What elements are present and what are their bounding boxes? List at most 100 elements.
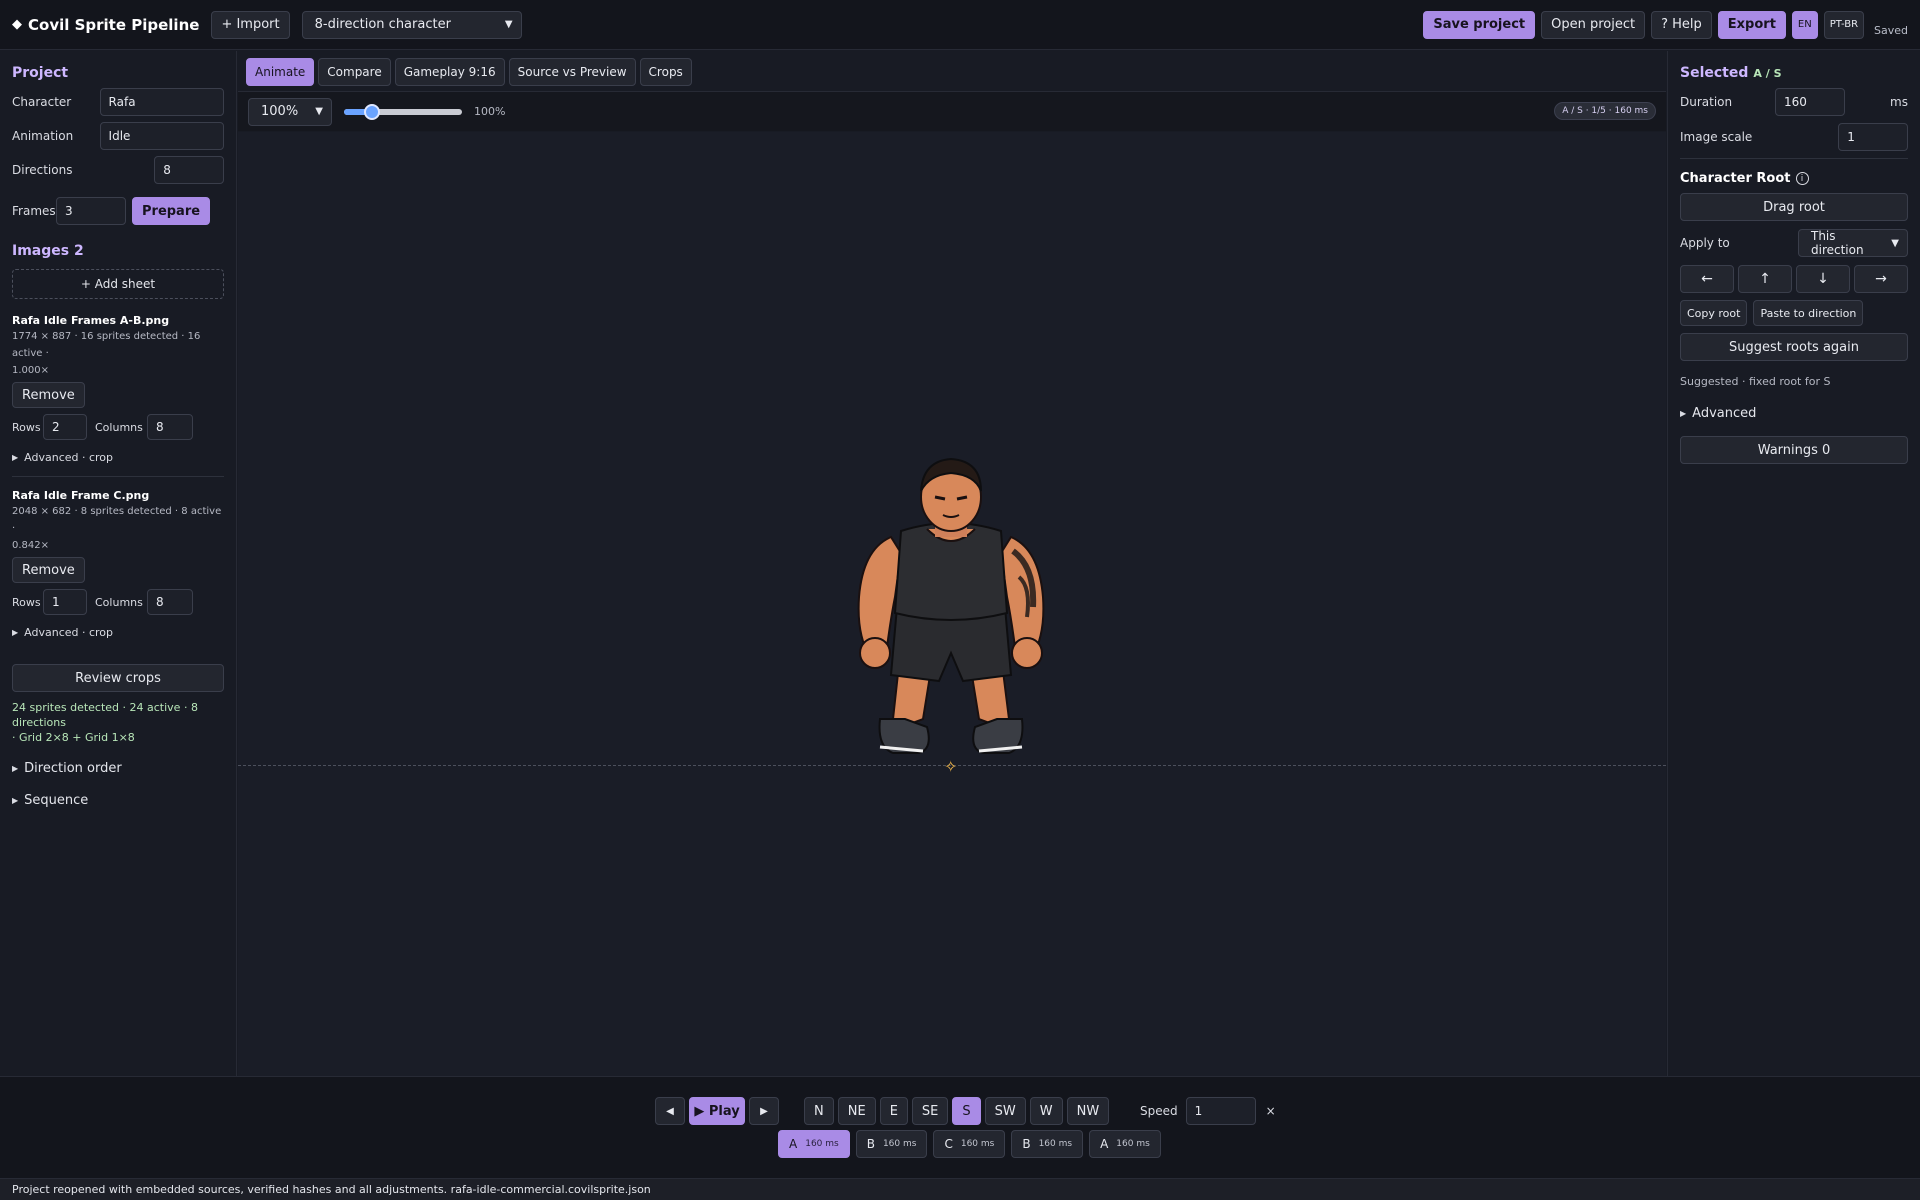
frame-letter: B [866,1137,875,1151]
direction-e-button[interactable]: E [879,1097,908,1125]
info-icon[interactable]: i [1795,172,1809,185]
advanced-label: Advanced [1692,406,1757,421]
copy-root-button[interactable]: Copy root [1680,300,1748,326]
sheet-card: Rafa Idle Frame C.png 2048 × 682 · 8 spr… [12,489,224,639]
character-sprite[interactable] [835,457,1067,769]
caret-right-icon: ▶ [1680,409,1687,418]
frame-letter: C [944,1137,953,1151]
direction-order-toggle[interactable]: ▶ Direction order [12,761,224,776]
character-input[interactable]: Rafa [99,88,224,116]
frame-chip[interactable]: C 160 ms [933,1130,1006,1158]
columns-input[interactable]: 8 [147,414,193,440]
frames-input[interactable]: 3 [56,197,126,225]
speed-input[interactable]: 1 [1185,1097,1256,1125]
apply-to-select[interactable]: This direction ▼ [1798,229,1908,257]
frame-duration: 160 ms [1038,1139,1073,1149]
export-button[interactable]: Export [1717,10,1786,39]
direction-s-button[interactable]: S [952,1097,981,1125]
remove-sheet-button[interactable]: Remove [12,557,85,583]
direction-ne-button[interactable]: NE [837,1097,876,1125]
sequence-toggle[interactable]: ▶ Sequence [12,793,224,808]
tab-gameplay[interactable]: Gameplay 9:16 [394,58,505,86]
duration-label: Duration [1680,95,1733,109]
direction-w-button[interactable]: W [1029,1097,1063,1125]
apply-to-label: Apply to [1680,236,1730,250]
next-frame-button[interactable]: ▶ [749,1097,779,1125]
frame-badge: A / S · 1/5 · 160 ms [1554,102,1656,120]
frame-duration: 160 ms [882,1139,917,1149]
rows-input[interactable]: 2 [43,414,87,440]
direction-nw-button[interactable]: NW [1066,1097,1110,1125]
directions-input[interactable]: 8 [154,156,224,184]
sheet-card: Rafa Idle Frames A-B.png 1774 × 887 · 16… [12,314,224,464]
open-project-button[interactable]: Open project [1541,10,1646,39]
preset-select[interactable]: 8-direction character ▼ [301,10,522,39]
nudge-up-button[interactable]: ↑ [1738,265,1792,293]
suggested-note: Suggested · fixed root for S [1680,375,1831,388]
remove-sheet-button[interactable]: Remove [12,382,85,408]
direction-sw-button[interactable]: SW [984,1097,1026,1125]
sprite-canvas[interactable]: ✧ [238,132,1666,1076]
tab-source-vs-preview[interactable]: Source vs Preview [508,58,636,86]
paste-to-direction-button[interactable]: Paste to direction [1753,300,1864,326]
save-project-button[interactable]: Save project [1423,10,1536,39]
tab-crops[interactable]: Crops [639,58,692,86]
zoom-select[interactable]: 100% ▼ [248,97,332,126]
rows-input[interactable]: 1 [43,589,87,615]
warnings-button[interactable]: Warnings 0 [1680,436,1908,464]
frame-letter: A [789,1137,798,1151]
selected-label: Selected [1680,65,1749,81]
tab-compare[interactable]: Compare [318,58,391,86]
nudge-down-button[interactable]: ↓ [1796,265,1850,293]
frame-chip[interactable]: A 160 ms [778,1130,850,1158]
diamond-icon: ◆ [12,17,22,32]
frame-duration: 160 ms [1116,1139,1150,1149]
sequence-label: Sequence [24,793,89,808]
image-scale-input[interactable]: 1 [1838,123,1908,151]
import-button[interactable]: + Import [211,10,290,39]
play-button[interactable]: ▶ Play [689,1097,745,1125]
frame-chip[interactable]: A 160 ms [1089,1130,1161,1158]
advanced-toggle[interactable]: ▶ Advanced [1680,406,1908,421]
zoom-value: 100% [474,105,506,118]
detection-summary: 24 sprites detected · 24 active · 8 dire… [12,701,198,729]
help-button[interactable]: ? Help [1651,10,1712,39]
speed-unit: × [1265,1104,1276,1118]
playback-bar: ◀ ▶ Play ▶ N NE E SE S SW W NW Speed 1 ×… [0,1076,1920,1178]
app-title: Covil Sprite Pipeline [28,15,200,34]
frame-chip[interactable]: B 160 ms [1011,1130,1084,1158]
frame-letter: A [1100,1137,1109,1151]
tab-animate[interactable]: Animate [246,58,315,86]
animation-label: Animation [12,129,74,143]
frame-letter: B [1022,1137,1031,1151]
advanced-crop-label: Advanced · crop [24,451,114,464]
animation-input[interactable]: Idle [99,122,224,150]
images-title: Images 2 [12,243,84,259]
sheet-meta: 2048 × 682 · 8 sprites detected · 8 acti… [12,506,222,534]
prev-frame-button[interactable]: ◀ [655,1097,685,1125]
chevron-down-icon: ▼ [315,106,323,117]
frame-chip[interactable]: B 160 ms [855,1130,928,1158]
lang-ptbr-button[interactable]: PT-BR [1823,10,1865,39]
review-crops-button[interactable]: Review crops [12,664,224,692]
add-sheet-button[interactable]: + Add sheet [12,269,224,299]
advanced-crop-toggle[interactable]: ▶ Advanced · crop [12,451,224,464]
frames-label: Frames [12,204,56,218]
nudge-left-button[interactable]: ← [1680,265,1734,293]
drag-root-button[interactable]: Drag root [1680,193,1908,221]
zoom-slider[interactable] [344,103,462,120]
character-root-marker-icon[interactable]: ✧ [944,757,957,776]
view-tabs: Animate Compare Gameplay 9:16 Source vs … [246,58,692,86]
project-title: Project [12,65,69,81]
direction-n-button[interactable]: N [804,1097,834,1125]
nudge-right-button[interactable]: → [1854,265,1908,293]
zoom-slider-handle[interactable] [364,103,381,120]
lang-en-button[interactable]: EN [1791,10,1818,39]
prepare-button[interactable]: Prepare [132,197,211,225]
divider [12,476,224,477]
direction-se-button[interactable]: SE [911,1097,949,1125]
advanced-crop-toggle[interactable]: ▶ Advanced · crop [12,626,224,639]
duration-input[interactable]: 160 [1775,88,1845,116]
columns-input[interactable]: 8 [147,589,193,615]
suggest-roots-button[interactable]: Suggest roots again [1680,333,1908,361]
